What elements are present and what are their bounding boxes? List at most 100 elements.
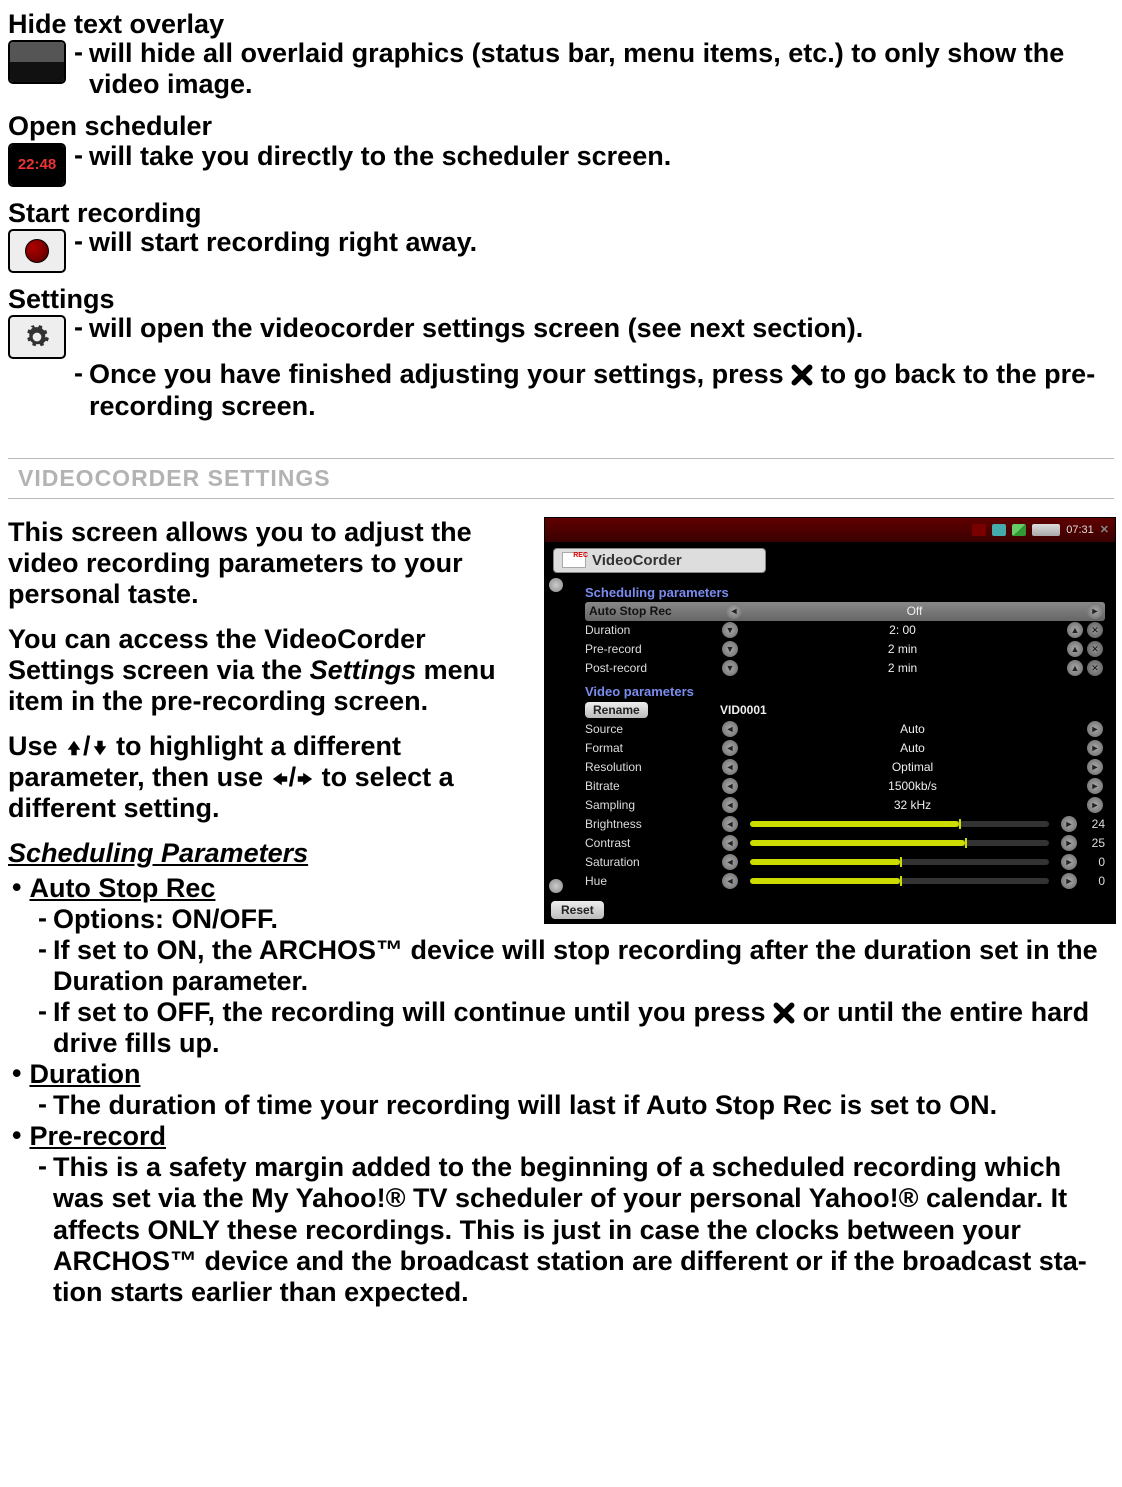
- x-icon[interactable]: ✕: [1087, 660, 1103, 676]
- param-label: Sampling: [585, 798, 720, 812]
- row-duration[interactable]: Duration ▼ 2: 00 ▲ ✕: [585, 621, 1105, 640]
- text: Once you have finished adjusting your se…: [89, 359, 791, 389]
- up-arrow-icon[interactable]: ▲: [1067, 660, 1083, 676]
- right-arrow-icon[interactable]: ►: [1061, 873, 1077, 889]
- left-arrow-icon[interactable]: ◄: [722, 740, 738, 756]
- row-contrast[interactable]: Contrast◄►25: [585, 834, 1105, 853]
- param-value: 0: [1079, 855, 1105, 869]
- slider[interactable]: [750, 821, 1049, 827]
- right-arrow-icon[interactable]: ►: [1087, 778, 1103, 794]
- row-auto-stop-rec[interactable]: Auto Stop Rec ◄ Off ►: [585, 602, 1105, 621]
- reset-button[interactable]: Reset: [551, 901, 604, 919]
- down-arrow-icon[interactable]: ▼: [722, 660, 738, 676]
- slider[interactable]: [750, 840, 1049, 846]
- close-icon: ✕: [1100, 523, 1109, 536]
- menu-desc: will start recording right away.: [89, 227, 1114, 258]
- menu-title: Start recording: [8, 199, 1114, 227]
- menu-desc: Once you have finished adjusting your se…: [89, 359, 1114, 421]
- scroll-up-icon: [549, 578, 563, 592]
- right-arrow-icon[interactable]: ►: [1087, 603, 1103, 619]
- down-arrow-icon[interactable]: ▼: [722, 641, 738, 657]
- right-arrow-icon[interactable]: ►: [1087, 721, 1103, 737]
- right-arrow-icon[interactable]: ►: [1087, 740, 1103, 756]
- param-value: Auto: [740, 722, 1085, 736]
- left-arrow-icon[interactable]: ◄: [722, 759, 738, 775]
- up-arrow-icon[interactable]: ▲: [1067, 622, 1083, 638]
- param-title: Auto Stop Rec: [29, 873, 215, 904]
- right-arrow-icon[interactable]: ►: [1061, 816, 1077, 832]
- row-brightness[interactable]: Brightness◄►24: [585, 815, 1105, 834]
- dash-icon: -: [74, 141, 83, 171]
- right-arrow-icon[interactable]: ►: [1061, 854, 1077, 870]
- left-arrow-icon[interactable]: ◄: [722, 721, 738, 737]
- param-value: Off: [744, 604, 1085, 618]
- row-resolution[interactable]: Resolution◄Optimal►: [585, 758, 1105, 777]
- row-source[interactable]: Source◄Auto►: [585, 720, 1105, 739]
- param-label: Auto Stop Rec: [585, 604, 724, 618]
- record-icon: [8, 229, 66, 273]
- param-value: 1500kb/s: [740, 779, 1085, 793]
- x-icon[interactable]: ✕: [1087, 641, 1103, 657]
- slash: /: [289, 762, 297, 792]
- left-arrow-icon[interactable]: ◄: [722, 835, 738, 851]
- x-icon[interactable]: ✕: [1087, 622, 1103, 638]
- group-heading: Scheduling parameters: [585, 585, 1105, 600]
- left-arrow-icon[interactable]: ◄: [722, 816, 738, 832]
- param-desc: Options: ON/OFF.: [53, 904, 526, 935]
- menu-start-recording: Start recording - will start recording r…: [8, 199, 1114, 273]
- rename-button[interactable]: Rename: [585, 702, 648, 718]
- slider[interactable]: [750, 878, 1049, 884]
- param-value: 24: [1079, 817, 1105, 831]
- left-arrow-icon[interactable]: ◄: [722, 797, 738, 813]
- arrow-right-icon: [296, 764, 314, 782]
- bullet-icon: •: [12, 1059, 21, 1089]
- left-arrow-icon[interactable]: ◄: [722, 854, 738, 870]
- dash-icon: -: [38, 904, 47, 934]
- arrow-down-icon: [91, 733, 109, 751]
- battery-icon: [1032, 524, 1060, 536]
- slider[interactable]: [750, 859, 1049, 865]
- row-bitrate[interactable]: Bitrate◄1500kb/s►: [585, 777, 1105, 796]
- param-label: Saturation: [585, 855, 720, 869]
- bullet-icon: •: [12, 873, 21, 903]
- right-arrow-icon[interactable]: ►: [1087, 759, 1103, 775]
- param-label: Format: [585, 741, 720, 755]
- up-arrow-icon[interactable]: ▲: [1067, 641, 1083, 657]
- param-label: Resolution: [585, 760, 720, 774]
- tab-label: VideoCorder: [592, 552, 682, 569]
- left-arrow-icon[interactable]: ◄: [726, 603, 742, 619]
- param-value: 2 min: [740, 642, 1065, 656]
- param-desc: If set to OFF, the recording will contin…: [53, 997, 1114, 1059]
- row-sampling[interactable]: Sampling◄32 kHz►: [585, 796, 1105, 815]
- menu-desc: will take you directly to the scheduler …: [89, 141, 1114, 172]
- param-value: 2 min: [740, 661, 1065, 675]
- param-label: Post-record: [585, 661, 720, 675]
- param-label: Contrast: [585, 836, 720, 850]
- left-arrow-icon[interactable]: ◄: [722, 873, 738, 889]
- row-pre-record[interactable]: Pre-record ▼ 2 min ▲ ✕: [585, 640, 1105, 659]
- menu-title: Open scheduler: [8, 112, 1114, 140]
- row-saturation[interactable]: Saturation◄ ►0: [585, 853, 1105, 872]
- menu-desc: will open the videocorder settings scree…: [89, 313, 1114, 344]
- down-arrow-icon[interactable]: ▼: [722, 622, 738, 638]
- dash-icon: -: [74, 38, 83, 68]
- param-label: Hue: [585, 874, 720, 888]
- slash: /: [83, 731, 91, 761]
- row-post-record[interactable]: Post-record ▼ 2 min ▲ ✕: [585, 659, 1105, 678]
- menu-settings: Settings - will open the videocorder set…: [8, 285, 1114, 421]
- row-format[interactable]: Format◄Auto►: [585, 739, 1105, 758]
- param-value: 2: 00: [740, 623, 1065, 637]
- param-value: 0: [1079, 874, 1105, 888]
- right-arrow-icon[interactable]: ►: [1087, 797, 1103, 813]
- param-label: Bitrate: [585, 779, 720, 793]
- text: If set to OFF, the recording will contin…: [53, 997, 773, 1027]
- scheduling-params-heading: Scheduling Parameters: [8, 838, 526, 869]
- row-rename[interactable]: Rename VID0001: [585, 701, 1105, 720]
- row-hue[interactable]: Hue◄ ►0: [585, 872, 1105, 891]
- intro-paragraph: This screen allows you to adjust the vid…: [8, 517, 526, 610]
- status-bar: 07:31 ✕: [545, 518, 1115, 542]
- right-arrow-icon[interactable]: ►: [1061, 835, 1077, 851]
- divider: [8, 458, 1114, 459]
- left-arrow-icon[interactable]: ◄: [722, 778, 738, 794]
- dash-icon: -: [38, 935, 47, 965]
